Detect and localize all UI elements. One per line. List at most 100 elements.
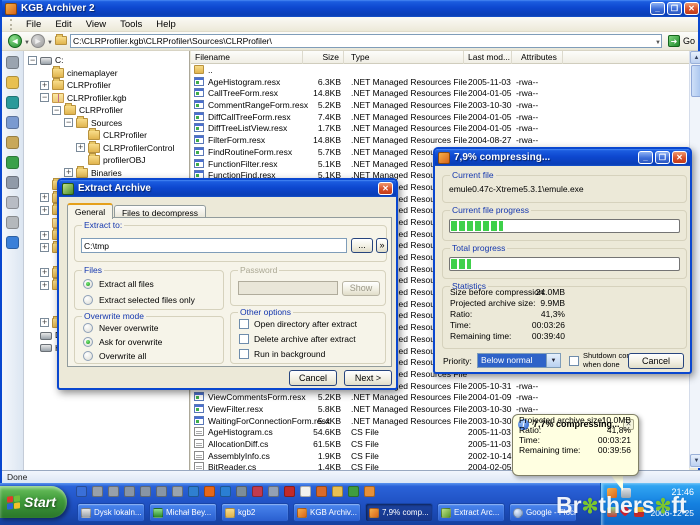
tree-item[interactable]: CLRProfiler.kgb [24,92,189,105]
tree-item[interactable]: CLRProfilerControl [24,142,189,155]
file-row[interactable]: DiffTreeListView.resx 1.7KB .NET Managed… [191,122,689,134]
folder-icon[interactable] [332,486,343,497]
file-row[interactable]: CommentRangeForm.resx 5.2KB .NET Managed… [191,99,689,111]
internet-icon[interactable] [220,486,231,497]
firefox-icon[interactable] [204,486,215,497]
notepad-icon[interactable] [300,486,311,497]
tree-item[interactable]: profilerOBJ [24,154,189,167]
taskbar-button[interactable]: Dysk lokaln... [77,503,145,522]
address-input[interactable] [70,34,662,48]
scrollbar-thumb[interactable] [691,65,700,97]
tree-expander-icon[interactable] [40,68,49,77]
tree-expander-icon[interactable] [40,281,49,290]
tree-expander-icon[interactable] [64,118,73,127]
tree-expander-icon[interactable] [40,218,49,227]
tree-expander-icon[interactable] [40,318,49,327]
back-dropdown-icon[interactable]: ▼ [24,40,30,46]
tree-expander-icon[interactable] [40,231,49,240]
radio-never-overwrite[interactable] [83,323,93,333]
column-header-size[interactable]: Size [303,51,344,64]
taskbar-button[interactable]: Michał Bey... [149,503,217,522]
browse-button[interactable]: ... [351,238,373,253]
abort-icon[interactable] [6,216,19,229]
file-row[interactable]: ViewCommentsForm.resx 5.2KB .NET Managed… [191,391,689,403]
address-dropdown-icon[interactable]: ▼ [655,40,661,46]
compress-icon[interactable] [6,56,19,69]
internet-explorer-icon[interactable] [76,486,87,497]
user-icon[interactable] [124,486,135,497]
tree-expander-icon[interactable] [28,56,37,65]
tree-expander-icon[interactable] [40,81,49,90]
scroll-down-icon[interactable]: ▼ [690,454,700,467]
file-row[interactable]: CallTreeForm.resx 14.8KB .NET Managed Re… [191,87,689,99]
forward-dropdown-icon[interactable]: ▼ [47,40,53,46]
file-row[interactable]: .. [191,64,689,76]
media-player-icon[interactable] [252,486,263,497]
visual-studio-icon[interactable] [284,486,295,497]
forward-button[interactable]: ► [31,34,45,48]
tree-expander-icon[interactable] [40,93,49,102]
tree-item[interactable]: CLRProfiler [24,79,189,92]
shortcut-icon[interactable] [108,486,119,497]
web-icon[interactable] [6,156,19,169]
tree-expander-icon[interactable] [40,268,49,277]
priority-dropdown-icon[interactable]: ▼ [547,353,561,368]
radio-never-label[interactable]: Never overwrite [99,323,159,333]
extract-dialog-titlebar[interactable]: Extract Archive ✕ [59,180,396,197]
extract-cancel-button[interactable]: Cancel [289,370,337,386]
tree-item[interactable]: C: [24,54,189,67]
extract-next-button[interactable]: Next > [344,370,392,386]
extract-close-button[interactable]: ✕ [378,182,393,195]
checkbox-run-background[interactable] [239,349,249,359]
radio-overwrite-all[interactable] [83,351,93,361]
network-icon[interactable] [236,486,247,497]
tree-item[interactable]: cinemaplayer [24,67,189,80]
radio-ask-overwrite[interactable] [83,337,93,347]
shortcut-icon[interactable] [172,486,183,497]
tree-expander-icon[interactable] [64,168,73,177]
tree-expander-icon[interactable] [76,156,85,165]
window-titlebar[interactable]: KGB Archiver 2 _ ❐ ✕ [2,0,700,17]
checkbox-shutdown-label-line2[interactable]: when done [583,360,620,369]
start-button[interactable]: Start [0,486,67,518]
checkbox-run-background-label[interactable]: Run in background [254,349,325,359]
tree-item[interactable]: CLRProfiler [24,129,189,142]
graphics-editor-icon[interactable] [348,486,359,497]
tree-expander-icon[interactable] [40,181,49,190]
tree-expander-icon[interactable] [28,343,37,352]
winamp-icon[interactable] [316,486,327,497]
radio-ask-label[interactable]: Ask for overwrite [99,337,162,347]
file-row[interactable]: ViewFilter.resx 5.8KB .NET Managed Resou… [191,403,689,415]
progress-cancel-button[interactable]: Cancel [628,353,684,369]
copy-icon[interactable] [6,116,19,129]
priority-select[interactable]: Below normal [477,353,547,368]
column-header-lastmod[interactable]: Last mod... [464,51,512,64]
checkbox-delete-archive-label[interactable]: Delete archive after extract [254,334,356,344]
tree-expander-icon[interactable] [40,193,49,202]
radio-extract-selected-label[interactable]: Extract selected files only [99,295,195,305]
menu-item[interactable]: Tools [113,18,149,31]
back-button[interactable]: ◄ [8,34,22,48]
checkbox-open-directory-label[interactable]: Open directory after extract [254,319,357,329]
minimize-button[interactable]: _ [650,2,665,15]
paste-icon[interactable] [6,136,19,149]
taskbar-button[interactable]: Extract Arc... [437,503,505,522]
taskbar-button[interactable]: KGB Archiv... [293,503,361,522]
file-row[interactable]: DiffCallTreeForm.resx 7.4KB .NET Managed… [191,111,689,123]
column-header-attributes[interactable]: Attributes [512,51,563,64]
column-header-type[interactable]: Type [344,51,464,64]
open-archive-icon[interactable] [6,76,19,89]
settings-icon[interactable] [6,176,19,189]
tree-expander-icon[interactable] [40,206,49,215]
folder-up-icon[interactable] [55,36,67,45]
radio-overwrite-all-label[interactable]: Overwrite all [99,351,146,361]
close-button[interactable]: ✕ [684,2,699,15]
progress-close-button[interactable]: ✕ [672,151,687,164]
radio-extract-all-files[interactable] [83,279,93,289]
radio-extract-all-label[interactable]: Extract all files [99,279,154,289]
info-icon[interactable] [6,236,19,249]
menu-item[interactable]: Help [149,18,183,31]
tab-general[interactable]: General [67,203,113,219]
progress-dialog-titlebar[interactable]: 7,9% compressing... _ ❐ ✕ [435,149,690,166]
flock-browser-icon[interactable] [188,486,199,497]
